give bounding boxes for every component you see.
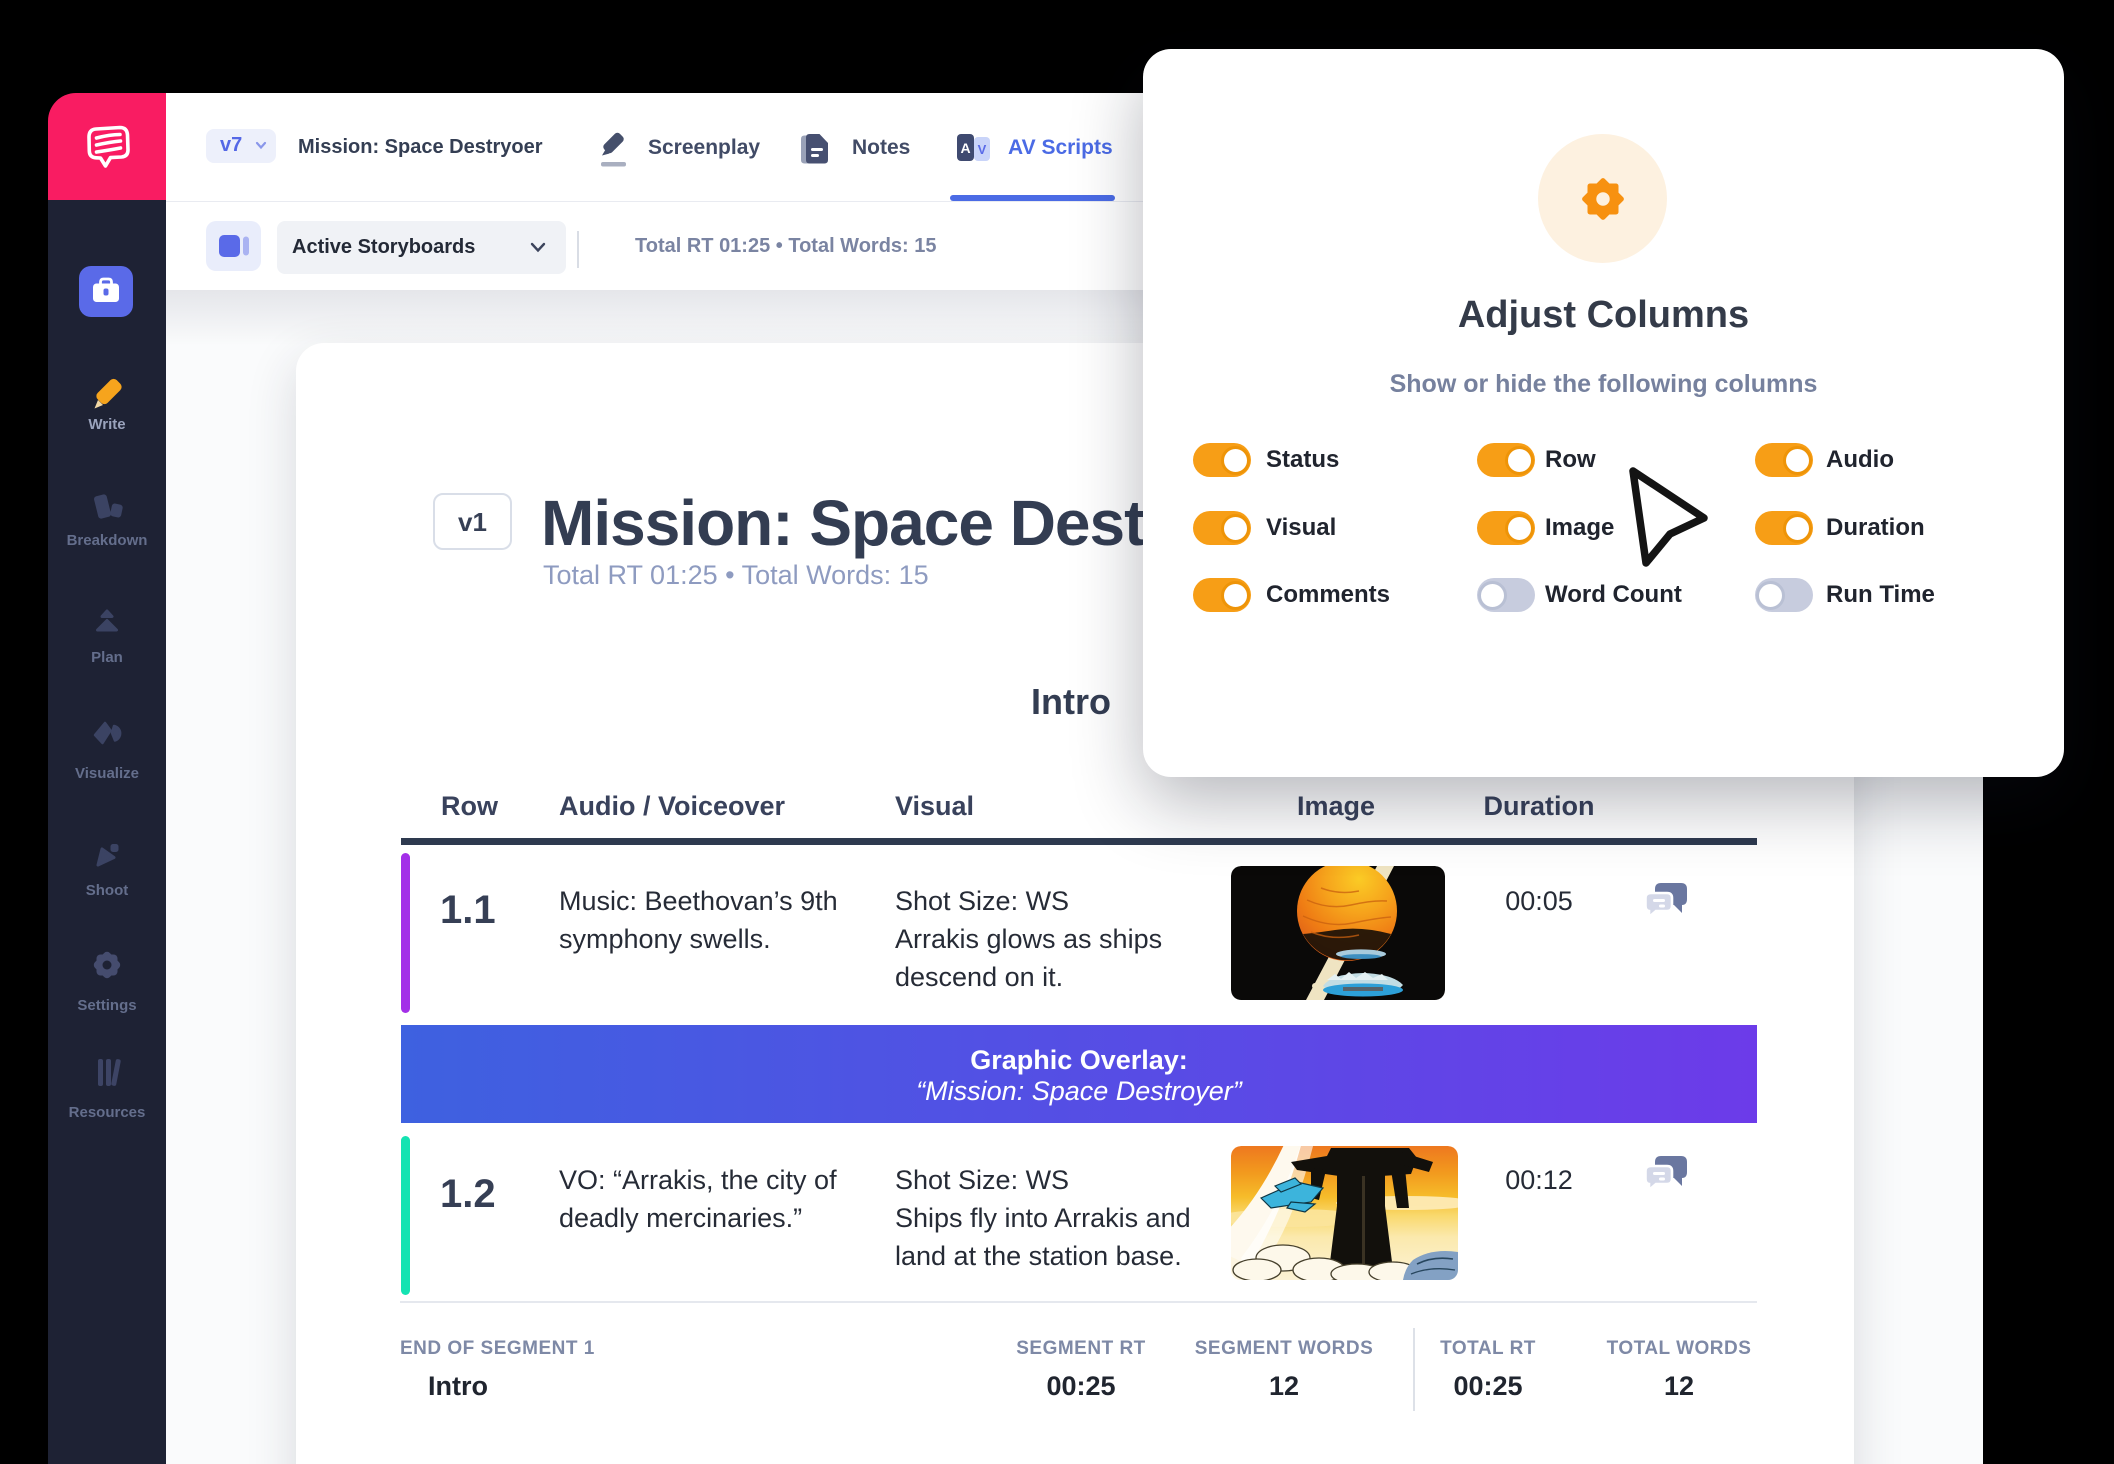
svg-text:A: A [960,140,970,156]
svg-text:V: V [978,142,987,157]
